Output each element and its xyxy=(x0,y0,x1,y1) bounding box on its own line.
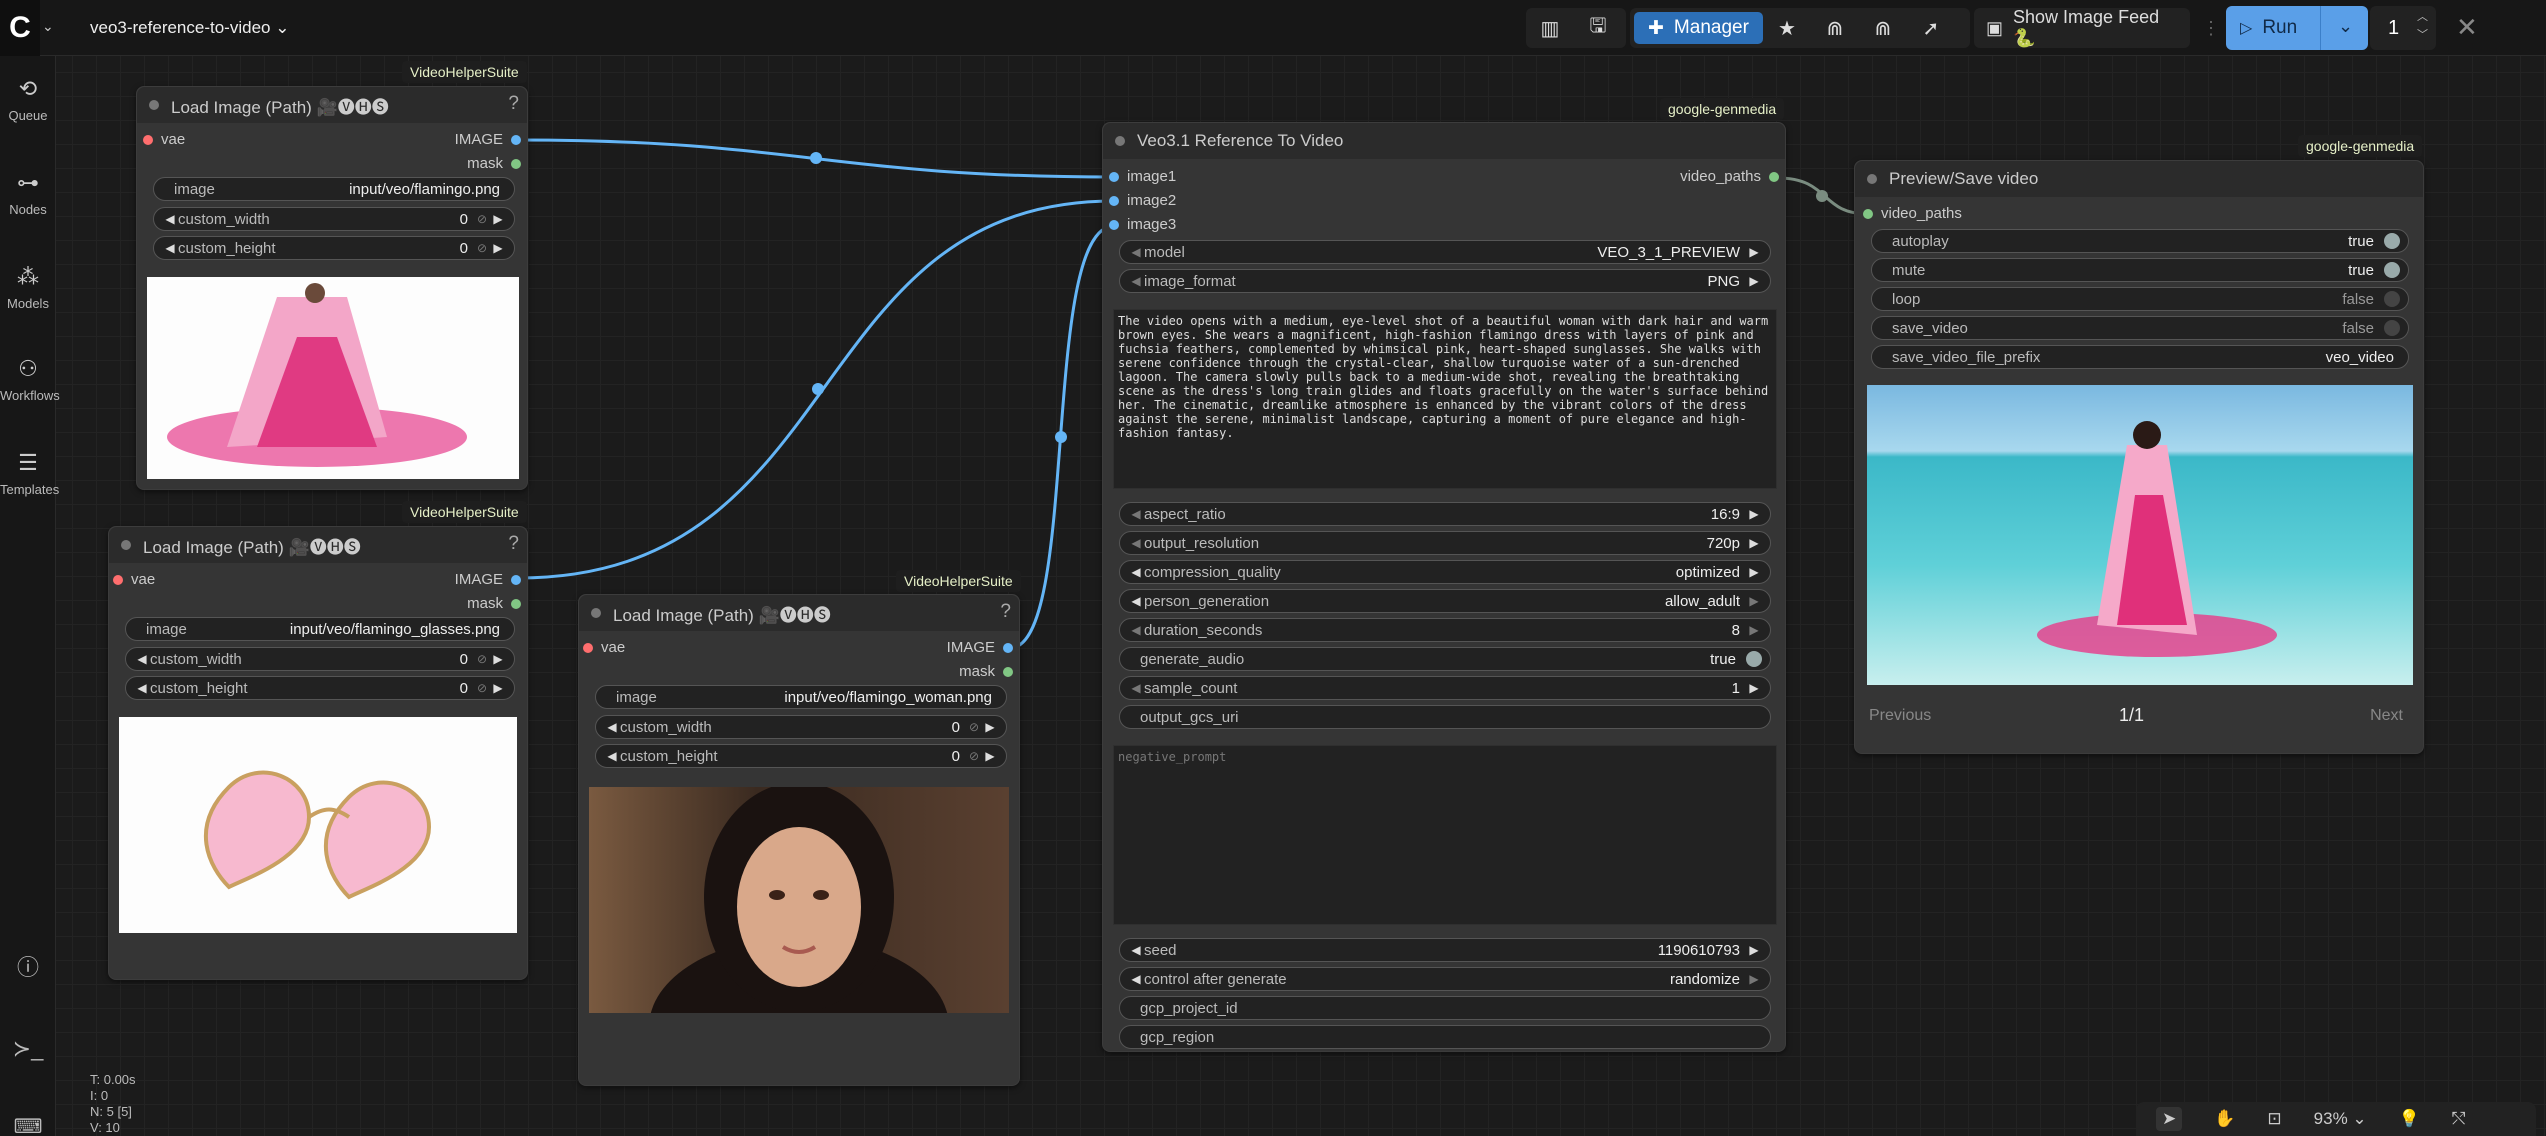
stat-vertices: V: 10 xyxy=(90,1120,120,1135)
input-vae[interactable]: vae xyxy=(113,571,155,588)
mute-toggle[interactable]: mute true xyxy=(1871,258,2409,282)
output-mask[interactable]: mask xyxy=(467,155,521,172)
sample-count-stepper[interactable]: ◀ sample_count 1 ▶ xyxy=(1119,676,1771,700)
input-vae[interactable]: vae xyxy=(583,639,625,656)
stat-nodes: N: 5 [5] xyxy=(90,1104,132,1119)
image-preview xyxy=(147,277,519,479)
save-video-toggle[interactable]: save_video false xyxy=(1871,316,2409,340)
generate-audio-toggle[interactable]: generate_audio true xyxy=(1119,647,1771,671)
toggle-knob[interactable] xyxy=(2384,291,2400,307)
stat-iterations: I: 0 xyxy=(90,1088,109,1103)
model-select[interactable]: ◀ model VEO_3_1_PREVIEW ▶ xyxy=(1119,240,1771,264)
output-mask[interactable]: mask xyxy=(959,663,1013,680)
lightbulb-icon[interactable]: 💡 xyxy=(2399,1109,2420,1129)
stat-time: T: 0.00s xyxy=(90,1072,136,1087)
output-image[interactable]: IMAGE xyxy=(455,131,521,148)
input-vae[interactable]: vae xyxy=(143,131,185,148)
output-image[interactable]: IMAGE xyxy=(455,571,521,588)
output-image[interactable]: IMAGE xyxy=(947,639,1013,656)
image-preview xyxy=(119,717,517,933)
custom-width-stepper[interactable]: ◀ custom_width 0 ⊘ ▶ xyxy=(595,715,1007,739)
node-badge: VideoHelperSuite xyxy=(402,501,527,523)
help-icon[interactable]: ? xyxy=(508,93,519,115)
load-image-node-1[interactable]: Load Image (Path) 🎥🅥🅗🅢? vae IMAGE mask i… xyxy=(136,86,528,490)
toggle-knob[interactable] xyxy=(1746,651,1762,667)
image-path-field[interactable]: image input/veo/flamingo.png xyxy=(153,177,515,201)
select-tool-icon[interactable]: ➤ xyxy=(2156,1107,2183,1131)
duration-seconds-stepper[interactable]: ◀ duration_seconds 8 ▶ xyxy=(1119,618,1771,642)
save-video-file-prefix-field[interactable]: save_video_file_prefix veo_video xyxy=(1871,345,2409,369)
help-icon[interactable]: ? xyxy=(1000,601,1011,623)
node-badge: google-genmedia xyxy=(1660,98,1785,120)
image-format-select[interactable]: ◀ image_format PNG ▶ xyxy=(1119,269,1771,293)
hide-links-icon[interactable]: ⤲ xyxy=(2452,1109,2466,1129)
person-generation-select[interactable]: ◀ person_generation allow_adult ▶ xyxy=(1119,589,1771,613)
custom-height-stepper[interactable]: ◀ custom_height 0 ⊘ ▶ xyxy=(595,744,1007,768)
custom-height-stepper[interactable]: ◀ custom_height 0 ⊘ ▶ xyxy=(125,676,515,700)
input-video-paths[interactable]: video_paths xyxy=(1863,205,1962,222)
page-indicator: 1/1 xyxy=(2119,705,2145,725)
node-title[interactable]: Preview/Save video xyxy=(1855,161,2423,197)
image-path-field[interactable]: image input/veo/flamingo_glasses.png xyxy=(125,617,515,641)
custom-height-stepper[interactable]: ◀ custom_height 0 ⊘ ▶ xyxy=(153,236,515,260)
fit-view-icon[interactable]: ⊡ xyxy=(2267,1109,2281,1129)
output-video-paths[interactable]: video_paths xyxy=(1680,168,1779,185)
node-badge: google-genmedia xyxy=(2298,135,2423,157)
help-icon[interactable]: ? xyxy=(508,533,519,555)
compression-quality-select[interactable]: ◀ compression_quality optimized ▶ xyxy=(1119,560,1771,584)
toggle-knob[interactable] xyxy=(2384,233,2400,249)
gcp-region-field[interactable]: gcp_region xyxy=(1119,1025,1771,1049)
preview-save-video-node[interactable]: Preview/Save video video_paths autoplay t… xyxy=(1854,160,2424,754)
input-image2[interactable]: image2 xyxy=(1109,192,1176,209)
prompt-textarea[interactable]: The video opens with a medium, eye-level… xyxy=(1113,309,1777,489)
video-preview[interactable] xyxy=(1867,385,2413,685)
gcp-project-id-field[interactable]: gcp_project_id xyxy=(1119,996,1771,1020)
next-button[interactable]: Next xyxy=(2370,707,2403,725)
previous-button[interactable]: Previous xyxy=(1869,707,1931,725)
output-mask[interactable]: mask xyxy=(467,595,521,612)
image-preview xyxy=(589,787,1009,1013)
node-title[interactable]: Load Image (Path) 🎥🅥🅗🅢? xyxy=(137,87,527,123)
node-badge: VideoHelperSuite xyxy=(896,570,1021,592)
output-gcs-uri-field[interactable]: output_gcs_uri xyxy=(1119,705,1771,729)
autoplay-toggle[interactable]: autoplay true xyxy=(1871,229,2409,253)
load-image-node-2[interactable]: Load Image (Path) 🎥🅥🅗🅢? vae IMAGE mask i… xyxy=(108,526,528,980)
custom-width-stepper[interactable]: ◀ custom_width 0 ⊘ ▶ xyxy=(153,207,515,231)
negative-prompt-textarea[interactable]: negative_prompt xyxy=(1113,745,1777,925)
input-image3[interactable]: image3 xyxy=(1109,216,1176,233)
loop-toggle[interactable]: loop false xyxy=(1871,287,2409,311)
control-after-generate-select[interactable]: ◀ control after generate randomize ▶ xyxy=(1119,967,1771,991)
aspect-ratio-select[interactable]: ◀ aspect_ratio 16:9 ▶ xyxy=(1119,502,1771,526)
image-path-field[interactable]: image input/veo/flamingo_woman.png xyxy=(595,685,1007,709)
node-title[interactable]: Load Image (Path) 🎥🅥🅗🅢? xyxy=(579,595,1019,631)
canvas-toolbar: ➤ ✋ ⊡ 93% ⌄ 💡 ⤲ xyxy=(2136,1102,2536,1136)
custom-width-stepper[interactable]: ◀ custom_width 0 ⊘ ▶ xyxy=(125,647,515,671)
output-resolution-select[interactable]: ◀ output_resolution 720p ▶ xyxy=(1119,531,1771,555)
zoom-level[interactable]: 93% ⌄ xyxy=(2314,1109,2367,1129)
load-image-node-3[interactable]: Load Image (Path) 🎥🅥🅗🅢? vae IMAGE mask i… xyxy=(578,594,1020,1086)
input-image1[interactable]: image1 xyxy=(1109,168,1176,185)
toggle-knob[interactable] xyxy=(2384,320,2400,336)
hand-tool-icon[interactable]: ✋ xyxy=(2214,1109,2235,1129)
seed-stepper[interactable]: ◀ seed 1190610793 ▶ xyxy=(1119,938,1771,962)
veo-reference-to-video-node[interactable]: Veo3.1 Reference To Video image1 image2 … xyxy=(1102,122,1786,1052)
node-badge: VideoHelperSuite xyxy=(402,61,527,83)
node-title[interactable]: Veo3.1 Reference To Video xyxy=(1103,123,1785,159)
node-title[interactable]: Load Image (Path) 🎥🅥🅗🅢? xyxy=(109,527,527,563)
toggle-knob[interactable] xyxy=(2384,262,2400,278)
canvas-stats: T: 0.00s I: 0 N: 5 [5] V: 10 xyxy=(90,1072,136,1136)
